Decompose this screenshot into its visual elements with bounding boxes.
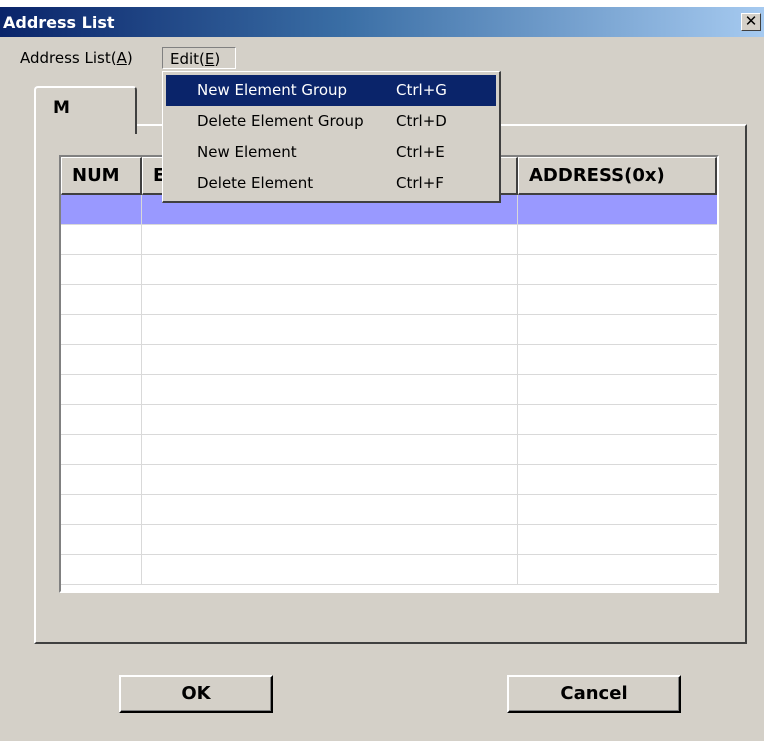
menu-item-delete-element-group[interactable]: Delete Element Group Ctrl+D <box>166 106 496 137</box>
edit-dropdown-menu: New Element Group Ctrl+G Delete Element … <box>162 71 501 203</box>
table-cell <box>518 375 717 404</box>
table-cell <box>518 315 717 344</box>
close-icon: ✕ <box>744 12 758 30</box>
table-cell <box>142 465 518 494</box>
menu-item-new-element-group[interactable]: New Element Group Ctrl+G <box>166 75 496 106</box>
table-cell <box>518 495 717 524</box>
table-cell <box>518 435 717 464</box>
title-bar[interactable]: Address List ✕ <box>0 7 764 37</box>
table-row[interactable] <box>61 555 717 585</box>
table-cell <box>142 435 518 464</box>
table-cell <box>518 285 717 314</box>
table-cell <box>142 285 518 314</box>
table-row[interactable] <box>61 405 717 435</box>
shortcut-label: Ctrl+E <box>396 143 445 161</box>
table-cell <box>142 345 518 374</box>
table-cell <box>61 375 142 404</box>
table-row[interactable] <box>61 435 717 465</box>
table-cell <box>142 495 518 524</box>
table-cell <box>142 315 518 344</box>
table-row[interactable] <box>61 465 717 495</box>
cancel-button[interactable]: Cancel <box>507 675 681 713</box>
window-title: Address List <box>3 13 115 32</box>
tab-label: M <box>53 98 70 118</box>
table-row[interactable] <box>61 375 717 405</box>
menu-item-delete-element[interactable]: Delete Element Ctrl+F <box>166 168 496 199</box>
table-cell <box>142 375 518 404</box>
table-row[interactable] <box>61 225 717 255</box>
address-table[interactable]: NUM E ADDRESS(0x) <box>59 155 719 593</box>
table-row[interactable] <box>61 285 717 315</box>
table-cell <box>518 255 717 284</box>
table-cell <box>61 495 142 524</box>
shortcut-label: Ctrl+G <box>396 81 447 99</box>
table-cell <box>61 405 142 434</box>
table-cell <box>142 255 518 284</box>
table-cell <box>61 345 142 374</box>
table-cell <box>518 345 717 374</box>
column-header-address[interactable]: ADDRESS(0x) <box>518 157 717 195</box>
table-cell <box>61 225 142 254</box>
table-cell <box>518 555 717 584</box>
table-cell <box>518 195 717 224</box>
table-row[interactable] <box>61 255 717 285</box>
table-cell <box>142 555 518 584</box>
menu-address-list[interactable]: Address List(A) <box>20 47 133 69</box>
table-cell <box>61 525 142 554</box>
table-cell <box>518 465 717 494</box>
table-row[interactable] <box>61 315 717 345</box>
shortcut-label: Ctrl+D <box>396 112 447 130</box>
ok-button[interactable]: OK <box>119 675 273 713</box>
table-cell <box>142 225 518 254</box>
table-cell <box>142 405 518 434</box>
table-cell <box>142 525 518 554</box>
table-cell <box>61 435 142 464</box>
shortcut-label: Ctrl+F <box>396 174 444 192</box>
table-row[interactable] <box>61 345 717 375</box>
column-header-num[interactable]: NUM <box>61 157 142 195</box>
table-cell <box>518 225 717 254</box>
table-row[interactable] <box>61 525 717 555</box>
table-cell <box>61 465 142 494</box>
table-cell <box>61 255 142 284</box>
table-cell <box>61 315 142 344</box>
menu-edit[interactable]: Edit(E) <box>162 47 236 69</box>
table-cell <box>518 525 717 554</box>
tab-m[interactable]: M <box>34 86 137 134</box>
table-cell <box>61 555 142 584</box>
menu-bar: Address List(A) Edit(E) <box>0 39 764 71</box>
close-button[interactable]: ✕ <box>741 13 761 31</box>
table-cell <box>61 195 142 224</box>
menu-item-new-element[interactable]: New Element Ctrl+E <box>166 137 496 168</box>
table-cell <box>518 405 717 434</box>
table-cell <box>61 285 142 314</box>
table-row[interactable] <box>61 495 717 525</box>
